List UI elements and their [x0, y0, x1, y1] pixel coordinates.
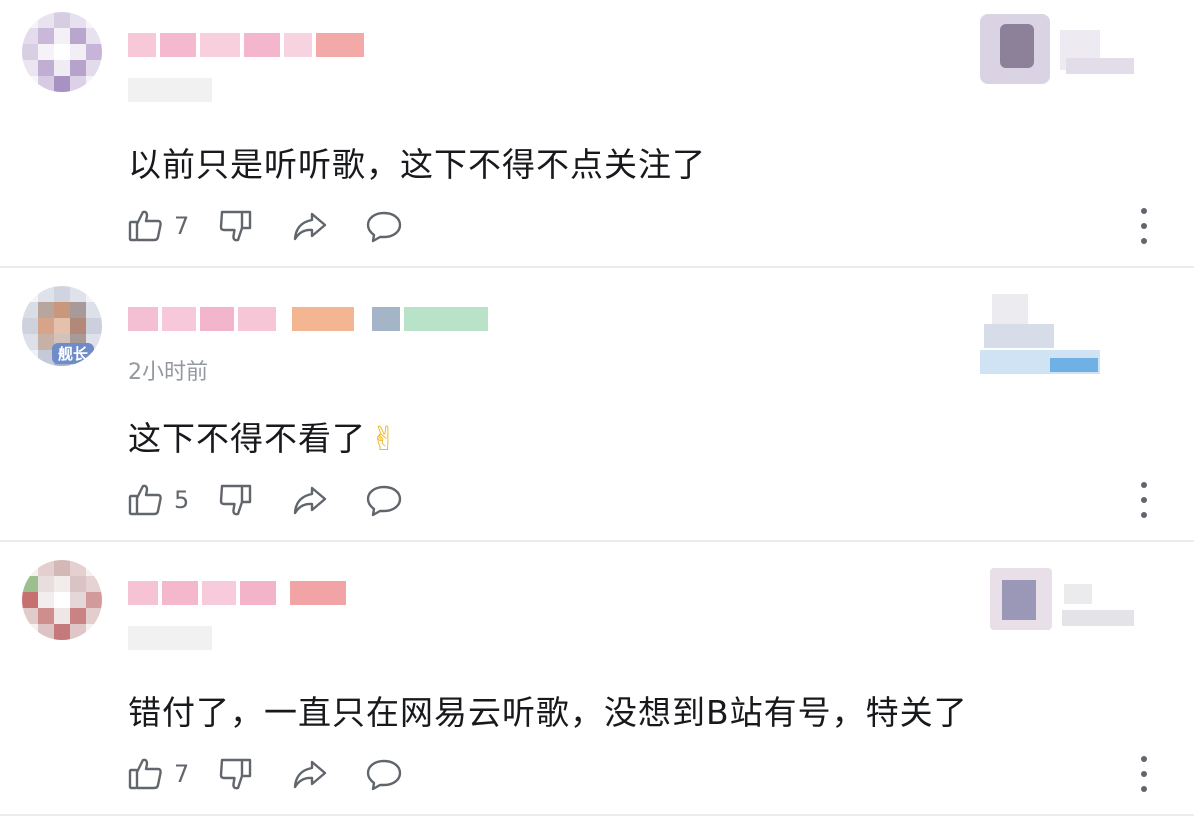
comment-text: 错付了，一直只在网易云听歌，没想到B站有号，特关了: [128, 693, 968, 732]
comment-item: 以前只是听听歌，这下不得不点关注了 7: [0, 0, 1194, 268]
captain-badge: 舰长: [52, 343, 95, 364]
like-count: 5: [174, 486, 190, 514]
more-icon: [1141, 756, 1147, 762]
thumb-up-icon: [128, 210, 162, 242]
comment-text: 这下不得不看了 ✌: [128, 412, 399, 460]
thumb-down-icon: [219, 484, 252, 516]
comment-text: 以前只是听听歌，这下不得不点关注了: [128, 145, 706, 184]
dislike-button[interactable]: [218, 756, 254, 792]
share-icon: [293, 486, 327, 515]
share-icon: [293, 212, 327, 241]
like-count: 7: [174, 212, 190, 240]
reply-button[interactable]: [366, 208, 402, 244]
more-icon: [1141, 482, 1147, 488]
more-button[interactable]: [1134, 756, 1154, 792]
action-bar: 7: [128, 206, 402, 246]
comment-time: 2小时前: [128, 360, 208, 385]
username-redacted[interactable]: [128, 30, 364, 60]
username-redacted[interactable]: [128, 578, 346, 608]
time-redacted: [128, 626, 212, 650]
thumb-up-icon: [128, 758, 162, 790]
like-button[interactable]: 5: [128, 482, 204, 518]
dislike-button[interactable]: [218, 208, 254, 244]
comment-item: 错付了，一直只在网易云听歌，没想到B站有号，特关了 7: [0, 548, 1194, 816]
action-bar: 5: [128, 480, 402, 520]
share-button[interactable]: [292, 482, 328, 518]
victory-hand-icon: ✌: [370, 419, 399, 458]
comment-item: 舰长 2小时前 这下不得不看了 ✌ 5: [0, 274, 1194, 542]
time-redacted: [128, 78, 212, 102]
divider: [0, 814, 1194, 816]
dislike-button[interactable]: [218, 482, 254, 518]
share-button[interactable]: [292, 756, 328, 792]
like-button[interactable]: 7: [128, 208, 204, 244]
reply-icon: [366, 211, 402, 243]
divider: [0, 266, 1194, 268]
like-button[interactable]: 7: [128, 756, 204, 792]
more-button[interactable]: [1134, 208, 1154, 244]
share-button[interactable]: [292, 208, 328, 244]
avatar[interactable]: [22, 12, 102, 92]
avatar[interactable]: 舰长: [22, 286, 102, 366]
decoration-card: [970, 288, 1140, 374]
thumb-up-icon: [128, 484, 162, 516]
username-redacted[interactable]: [128, 304, 488, 334]
thumb-down-icon: [219, 758, 252, 790]
decoration-card: [970, 14, 1140, 94]
comment-text-body: 这下不得不看了: [128, 419, 366, 458]
more-button[interactable]: [1134, 482, 1154, 518]
decoration-card: [970, 562, 1140, 642]
avatar[interactable]: [22, 560, 102, 640]
more-icon: [1141, 208, 1147, 214]
divider: [0, 540, 1194, 542]
action-bar: 7: [128, 754, 402, 794]
share-icon: [293, 760, 327, 789]
reply-icon: [366, 759, 402, 791]
like-count: 7: [174, 760, 190, 788]
reply-icon: [366, 485, 402, 517]
reply-button[interactable]: [366, 756, 402, 792]
reply-button[interactable]: [366, 482, 402, 518]
thumb-down-icon: [219, 210, 252, 242]
